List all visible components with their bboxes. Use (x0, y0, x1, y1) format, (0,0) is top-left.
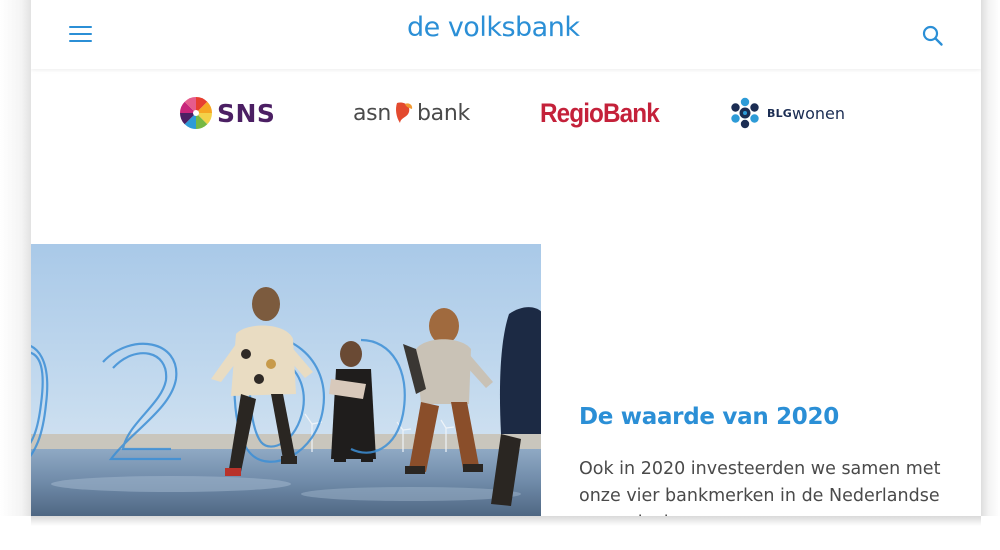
page-shadow-right (981, 0, 1000, 516)
asn-bank-logo-link[interactable]: asn bank (353, 90, 470, 136)
asn-logo-text: asn (353, 100, 391, 126)
story-body-text: Ook in 2020 investeerden we samen met on… (579, 459, 941, 516)
page-shadow-left (0, 0, 31, 516)
regiobank-logo-link[interactable]: RegioBank (540, 90, 672, 136)
page-shadow-bottom (31, 516, 981, 526)
page: de volksbank SNS asn bank RegioBank BLG … (31, 0, 981, 516)
blg-wonen-logo-link[interactable]: BLG wonen (729, 90, 845, 136)
brand-logos-row: SNS asn bank RegioBank BLG wonen (31, 90, 981, 136)
blg-logo-light-text: wonen (792, 103, 846, 123)
sns-logo-link[interactable]: SNS (179, 90, 275, 136)
sns-logo-text: SNS (217, 98, 276, 128)
search-icon[interactable] (921, 24, 945, 48)
site-header: de volksbank (31, 0, 981, 69)
blg-dots-logo-icon (731, 97, 759, 129)
hamburger-menu-icon[interactable] (69, 26, 93, 44)
regiobank-logo-text: RegioBank (540, 97, 660, 128)
sns-pinwheel-logo-icon (180, 97, 212, 129)
brand-logo[interactable]: de volksbank (407, 12, 580, 43)
asn-bank-text: bank (417, 100, 470, 126)
asn-leaf-logo-icon (396, 102, 413, 123)
blg-logo-bold-text: BLG (767, 106, 793, 120)
story-title[interactable]: De waarde van 2020 (579, 404, 839, 430)
hero-image (31, 244, 541, 516)
